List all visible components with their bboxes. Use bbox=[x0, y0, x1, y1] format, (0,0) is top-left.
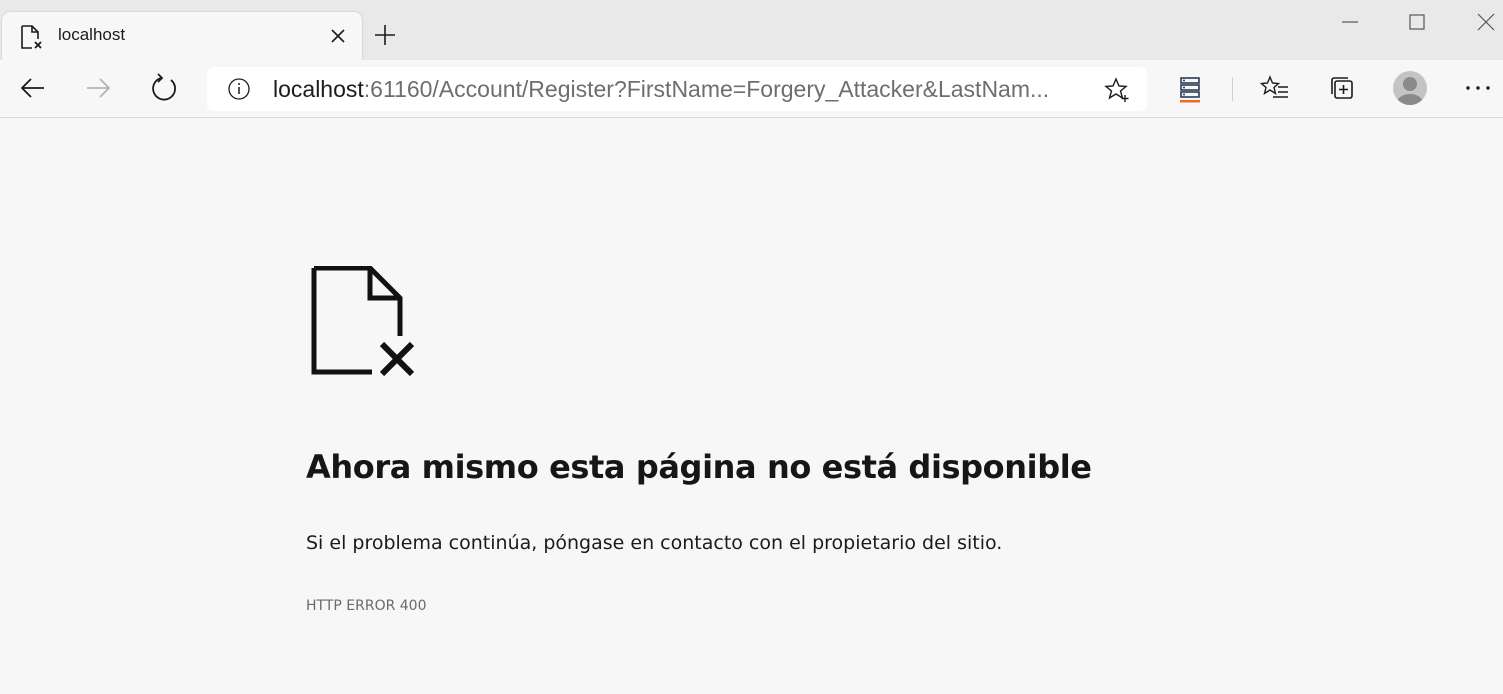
error-description: Si el problema continúa, póngase en cont… bbox=[306, 532, 1003, 554]
profile-avatar[interactable] bbox=[1393, 71, 1427, 105]
broken-page-icon bbox=[21, 25, 42, 49]
forward-arrow-icon[interactable] bbox=[82, 72, 114, 104]
new-tab-icon[interactable] bbox=[372, 22, 398, 48]
minimize-icon[interactable] bbox=[1338, 10, 1362, 34]
more-dots-icon[interactable] bbox=[1462, 72, 1494, 104]
refresh-icon[interactable] bbox=[149, 72, 181, 104]
server-stack-icon[interactable] bbox=[1174, 72, 1206, 104]
close-tab-icon[interactable] bbox=[326, 24, 350, 48]
page-content: Ahora mismo esta página no está disponib… bbox=[0, 118, 1503, 694]
toolbar-separator bbox=[1232, 77, 1233, 101]
collections-icon[interactable] bbox=[1326, 72, 1358, 104]
maximize-icon[interactable] bbox=[1405, 10, 1429, 34]
url-host: localhost bbox=[273, 76, 364, 102]
back-arrow-icon[interactable] bbox=[17, 72, 49, 104]
error-heading: Ahora mismo esta página no está disponib… bbox=[306, 448, 1092, 486]
star-add-icon[interactable] bbox=[1103, 76, 1131, 104]
address-bar[interactable]: localhost:61160/Account/Register?FirstNa… bbox=[207, 67, 1147, 111]
browser-title-bar: localhost bbox=[0, 0, 1503, 60]
person-icon bbox=[1397, 77, 1423, 105]
error-code: HTTP ERROR 400 bbox=[306, 598, 427, 614]
info-icon[interactable] bbox=[227, 77, 251, 101]
url-path: :61160/Account/Register?FirstName=Forger… bbox=[363, 76, 1050, 102]
close-window-icon[interactable] bbox=[1474, 10, 1498, 34]
tab-title: localhost bbox=[58, 25, 126, 44]
browser-toolbar: localhost:61160/Account/Register?FirstNa… bbox=[0, 60, 1503, 118]
broken-page-icon bbox=[311, 266, 415, 377]
favorites-icon[interactable] bbox=[1259, 72, 1291, 104]
url-text[interactable]: localhost:61160/Account/Register?FirstNa… bbox=[273, 76, 1083, 103]
browser-tab[interactable]: localhost bbox=[2, 12, 362, 60]
